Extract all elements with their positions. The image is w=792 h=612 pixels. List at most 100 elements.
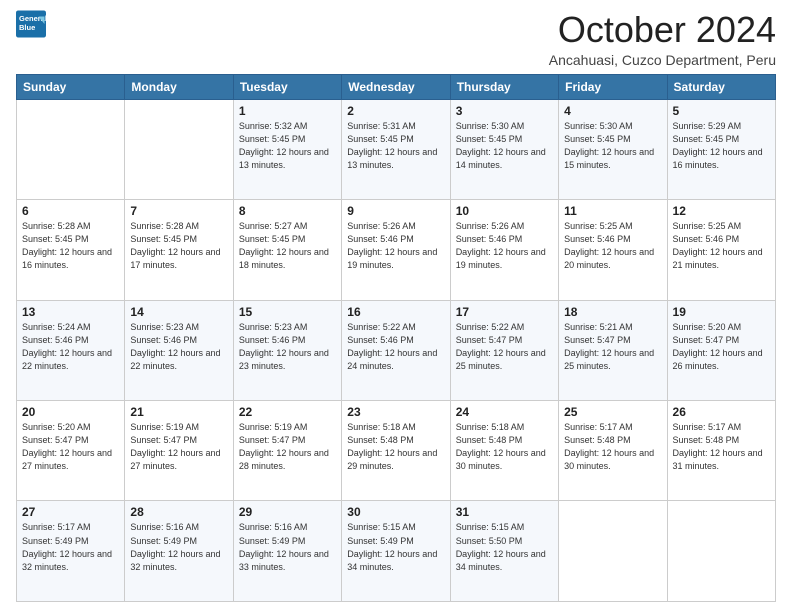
day-info: Sunrise: 5:25 AMSunset: 5:46 PMDaylight:… [564,220,661,272]
calendar-cell: 3 Sunrise: 5:30 AMSunset: 5:45 PMDaylight… [450,99,558,199]
day-number: 15 [239,305,336,319]
day-number: 29 [239,505,336,519]
calendar-cell: 6 Sunrise: 5:28 AMSunset: 5:45 PMDaylight… [17,200,125,300]
calendar-cell: 2Sunrise: 5:31 AMSunset: 5:45 PMDaylight… [342,99,450,199]
calendar-cell: 16 Sunrise: 5:22 AMSunset: 5:46 PMDayligh… [342,300,450,400]
day-info: Sunrise: 5:25 AMSunset: 5:46 PMDaylight:… [673,220,770,272]
day-number: 14 [130,305,227,319]
calendar-cell: 25 Sunrise: 5:17 AMSunset: 5:48 PMDayligh… [559,401,667,501]
calendar-table: SundayMondayTuesdayWednesdayThursdayFrid… [16,74,776,602]
day-number: 26 [673,405,770,419]
day-number: 31 [456,505,553,519]
calendar-cell: 30 Sunrise: 5:15 AMSunset: 5:49 PMDayligh… [342,501,450,602]
calendar-cell: 15 Sunrise: 5:23 AMSunset: 5:46 PMDayligh… [233,300,341,400]
day-header-thursday: Thursday [450,74,558,99]
day-number: 3 [456,104,553,118]
calendar-cell: 22 Sunrise: 5:19 AMSunset: 5:47 PMDayligh… [233,401,341,501]
calendar-week-row: 20 Sunrise: 5:20 AMSunset: 5:47 PMDayligh… [17,401,776,501]
day-header-friday: Friday [559,74,667,99]
calendar-cell: 8 Sunrise: 5:27 AMSunset: 5:45 PMDaylight… [233,200,341,300]
day-info: Sunrise: 5:23 AMSunset: 5:46 PMDaylight:… [130,321,227,373]
calendar-cell [17,99,125,199]
day-header-wednesday: Wednesday [342,74,450,99]
calendar-cell: 31 Sunrise: 5:15 AMSunset: 5:50 PMDayligh… [450,501,558,602]
day-info: Sunrise: 5:26 AMSunset: 5:46 PMDaylight:… [456,220,553,272]
day-info: Sunrise: 5:16 AMSunset: 5:49 PMDaylight:… [130,521,227,573]
title-block: October 2024 Ancahuasi, Cuzco Department… [549,10,776,68]
day-info: Sunrise: 5:15 AMSunset: 5:50 PMDaylight:… [456,521,553,573]
day-info: Sunrise: 5:22 AMSunset: 5:47 PMDaylight:… [456,321,553,373]
calendar-cell: 11Sunrise: 5:25 AMSunset: 5:46 PMDayligh… [559,200,667,300]
day-number: 20 [22,405,119,419]
day-info: Sunrise: 5:28 AMSunset: 5:45 PMDaylight:… [22,220,119,272]
day-number: 2 [347,104,444,118]
calendar-cell [125,99,233,199]
day-header-saturday: Saturday [667,74,775,99]
calendar-cell: 13Sunrise: 5:24 AMSunset: 5:46 PMDayligh… [17,300,125,400]
month-title: October 2024 [549,10,776,50]
day-number: 28 [130,505,227,519]
calendar-week-row: 1Sunrise: 5:32 AMSunset: 5:45 PMDaylight… [17,99,776,199]
calendar-cell: 5 Sunrise: 5:29 AMSunset: 5:45 PMDaylight… [667,99,775,199]
day-number: 22 [239,405,336,419]
day-info: Sunrise: 5:28 AMSunset: 5:45 PMDaylight:… [130,220,227,272]
day-number: 4 [564,104,661,118]
day-number: 25 [564,405,661,419]
day-number: 5 [673,104,770,118]
day-number: 6 [22,204,119,218]
day-info: Sunrise: 5:19 AMSunset: 5:47 PMDaylight:… [130,421,227,473]
day-number: 12 [673,204,770,218]
day-info: Sunrise: 5:18 AMSunset: 5:48 PMDaylight:… [456,421,553,473]
day-info: Sunrise: 5:23 AMSunset: 5:46 PMDaylight:… [239,321,336,373]
day-info: Sunrise: 5:27 AMSunset: 5:45 PMDaylight:… [239,220,336,272]
calendar-week-row: 27Sunrise: 5:17 AMSunset: 5:49 PMDayligh… [17,501,776,602]
calendar-cell: 12 Sunrise: 5:25 AMSunset: 5:46 PMDayligh… [667,200,775,300]
day-number: 8 [239,204,336,218]
day-info: Sunrise: 5:30 AMSunset: 5:45 PMDaylight:… [456,120,553,172]
calendar-cell: 21 Sunrise: 5:19 AMSunset: 5:47 PMDayligh… [125,401,233,501]
calendar-cell: 27Sunrise: 5:17 AMSunset: 5:49 PMDayligh… [17,501,125,602]
day-header-sunday: Sunday [17,74,125,99]
calendar-cell: 10 Sunrise: 5:26 AMSunset: 5:46 PMDayligh… [450,200,558,300]
day-info: Sunrise: 5:29 AMSunset: 5:45 PMDaylight:… [673,120,770,172]
day-info: Sunrise: 5:20 AMSunset: 5:47 PMDaylight:… [22,421,119,473]
svg-text:Blue: Blue [19,23,35,32]
day-number: 27 [22,505,119,519]
day-info: Sunrise: 5:17 AMSunset: 5:48 PMDaylight:… [564,421,661,473]
calendar-cell: 1Sunrise: 5:32 AMSunset: 5:45 PMDaylight… [233,99,341,199]
calendar-cell [667,501,775,602]
day-info: Sunrise: 5:22 AMSunset: 5:46 PMDaylight:… [347,321,444,373]
day-number: 10 [456,204,553,218]
calendar-cell: 7 Sunrise: 5:28 AMSunset: 5:45 PMDaylight… [125,200,233,300]
calendar-cell: 18 Sunrise: 5:21 AMSunset: 5:47 PMDayligh… [559,300,667,400]
day-number: 16 [347,305,444,319]
day-number: 23 [347,405,444,419]
day-info: Sunrise: 5:20 AMSunset: 5:47 PMDaylight:… [673,321,770,373]
day-info: Sunrise: 5:15 AMSunset: 5:49 PMDaylight:… [347,521,444,573]
calendar-cell: 23 Sunrise: 5:18 AMSunset: 5:48 PMDayligh… [342,401,450,501]
calendar-header-row: SundayMondayTuesdayWednesdayThursdayFrid… [17,74,776,99]
location-subtitle: Ancahuasi, Cuzco Department, Peru [549,52,776,68]
calendar-week-row: 6 Sunrise: 5:28 AMSunset: 5:45 PMDaylight… [17,200,776,300]
logo-icon: General Blue [16,10,46,38]
day-number: 18 [564,305,661,319]
day-number: 19 [673,305,770,319]
calendar-cell [559,501,667,602]
day-info: Sunrise: 5:18 AMSunset: 5:48 PMDaylight:… [347,421,444,473]
calendar-cell: 19 Sunrise: 5:20 AMSunset: 5:47 PMDayligh… [667,300,775,400]
day-info: Sunrise: 5:19 AMSunset: 5:47 PMDaylight:… [239,421,336,473]
calendar-cell: 20 Sunrise: 5:20 AMSunset: 5:47 PMDayligh… [17,401,125,501]
header: General Blue October 2024 Ancahuasi, Cuz… [16,10,776,68]
page: General Blue October 2024 Ancahuasi, Cuz… [0,0,792,612]
day-number: 21 [130,405,227,419]
day-info: Sunrise: 5:21 AMSunset: 5:47 PMDaylight:… [564,321,661,373]
day-number: 30 [347,505,444,519]
day-number: 17 [456,305,553,319]
day-header-monday: Monday [125,74,233,99]
day-number: 13 [22,305,119,319]
day-number: 7 [130,204,227,218]
calendar-cell: 4Sunrise: 5:30 AMSunset: 5:45 PMDaylight… [559,99,667,199]
day-info: Sunrise: 5:26 AMSunset: 5:46 PMDaylight:… [347,220,444,272]
calendar-week-row: 13Sunrise: 5:24 AMSunset: 5:46 PMDayligh… [17,300,776,400]
day-number: 9 [347,204,444,218]
